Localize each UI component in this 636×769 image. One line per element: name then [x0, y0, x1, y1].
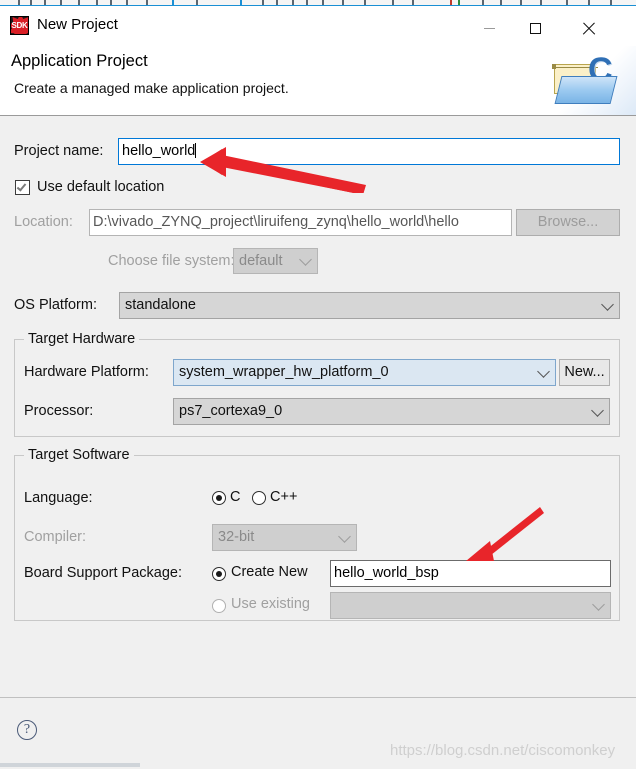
chevron-down-icon: [537, 364, 550, 378]
language-option-c-label: C: [230, 489, 241, 505]
compiler-combo[interactable]: 32-bit: [212, 524, 357, 551]
page-subtitle: Create a managed make application projec…: [14, 80, 289, 96]
processor-combo[interactable]: ps7_cortexa9_0: [173, 398, 610, 425]
os-platform-label: OS Platform:: [14, 297, 97, 313]
bsp-label: Board Support Package:: [24, 565, 182, 581]
watermark: https://blog.csdn.net/ciscomonkey: [390, 742, 616, 759]
project-name-value: hello_world: [122, 143, 196, 159]
bsp-create-new-label: Create New: [231, 564, 308, 580]
language-label: Language:: [24, 490, 93, 506]
help-icon[interactable]: ?: [17, 720, 37, 740]
location-input[interactable]: D:\vivado_ZYNQ_project\liruifeng_zynq\he…: [89, 209, 512, 236]
file-system-value: default: [239, 253, 283, 269]
location-value: D:\vivado_ZYNQ_project\liruifeng_zynq\he…: [93, 214, 459, 230]
os-platform-value: standalone: [125, 297, 196, 313]
compiler-label: Compiler:: [24, 529, 87, 545]
new-project-dialog: SDK New Project Application Project Crea…: [0, 0, 636, 769]
sdk-icon-label: SDK: [11, 21, 28, 30]
project-name-label: Project name:: [14, 143, 104, 159]
chevron-down-icon: [601, 297, 614, 311]
footer-edge: [0, 762, 636, 769]
banner-image: C: [526, 46, 636, 115]
bsp-name-value: hello_world_bsp: [334, 565, 439, 581]
bsp-use-existing-label: Use existing: [231, 596, 310, 612]
language-radio-cpp[interactable]: [252, 491, 266, 505]
location-label: Location:: [14, 214, 73, 230]
compiler-value: 32-bit: [218, 529, 255, 545]
language-radio-c[interactable]: [212, 491, 226, 505]
minimize-button[interactable]: [466, 12, 512, 46]
processor-label: Processor:: [24, 403, 94, 419]
window-title: New Project: [37, 16, 118, 33]
use-default-location-checkbox[interactable]: [15, 180, 30, 195]
bsp-name-input[interactable]: hello_world_bsp: [330, 560, 611, 587]
c-project-folder-icon: C: [548, 53, 620, 108]
hardware-platform-label: Hardware Platform:: [24, 364, 149, 380]
hardware-platform-value: system_wrapper_hw_platform_0: [179, 364, 389, 380]
use-default-location-label: Use default location: [37, 179, 165, 195]
file-system-combo[interactable]: default: [233, 248, 318, 274]
target-software-group-label: Target Software: [24, 447, 134, 463]
chevron-down-icon: [299, 253, 312, 266]
close-button[interactable]: [566, 12, 612, 46]
title-bar: SDK New Project: [0, 6, 636, 46]
minimize-icon: [483, 28, 495, 30]
maximize-button[interactable]: [512, 12, 558, 46]
hardware-platform-combo[interactable]: system_wrapper_hw_platform_0: [173, 359, 556, 386]
dialog-body: Project name: hello_world Use default lo…: [0, 117, 636, 697]
checkmark-icon: [16, 181, 27, 192]
project-name-input[interactable]: hello_world: [118, 138, 620, 165]
chevron-down-icon: [592, 597, 605, 611]
os-platform-combo[interactable]: standalone: [119, 292, 620, 319]
sdk-icon: SDK: [10, 16, 29, 35]
target-hardware-group-label: Target Hardware: [24, 331, 140, 347]
maximize-icon: [529, 23, 541, 35]
chevron-down-icon: [338, 529, 351, 543]
browse-button[interactable]: Browse...: [516, 209, 620, 236]
chevron-down-icon: [591, 403, 604, 417]
close-icon: [582, 22, 596, 36]
file-system-label: Choose file system:: [108, 253, 235, 269]
bsp-existing-combo[interactable]: [330, 592, 611, 619]
bsp-radio-create-new[interactable]: [212, 567, 226, 581]
bsp-radio-use-existing[interactable]: [212, 599, 226, 613]
dialog-banner: Application Project Create a managed mak…: [0, 46, 636, 116]
new-hardware-platform-button[interactable]: New...: [559, 359, 610, 386]
page-title: Application Project: [11, 52, 148, 70]
processor-value: ps7_cortexa9_0: [179, 403, 283, 419]
language-option-cpp-label: C++: [270, 489, 298, 505]
